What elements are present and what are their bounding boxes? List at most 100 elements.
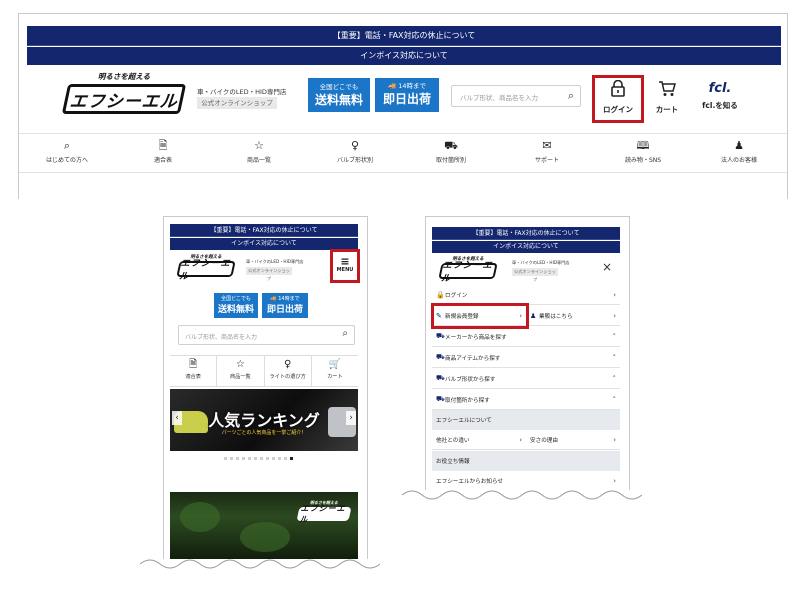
cart-label: カート [655,105,679,114]
logo-box: エフシーエル [61,84,187,114]
search-icon: ⌕ [63,139,71,152]
slide-dots[interactable] [224,457,293,460]
menu-maker-search[interactable]: ⛟ メーカーから商品を探す ˄ [432,327,620,347]
search-input[interactable]: バルブ形状、商品名を入力 ⌕ [451,85,581,107]
same-day-small: 🚚 14時まで [270,296,300,302]
search-icon[interactable]: ⌕ [342,328,348,339]
search-input[interactable]: バルブ形状、商品名を入力 ⌕ [178,325,355,345]
hamburger-icon: ≡ [340,255,350,268]
shop-description: 車・バイクのLED・HID専門店 [512,260,570,265]
menu-cheap-reason[interactable]: 安さの理由 › [526,430,620,450]
mobile-menu-screenshot: 【重要】電話・FAX対応の休止について インボイス対応について 明るさを超える … [425,216,630,490]
ranking-banner[interactable]: 人気ランキング パーツごとの人気商品を一挙ご紹介！ ‹ › [170,389,358,451]
quick-icons: 🗎 適合表 ☆ 商品一覧 ♀ ライトの選び方 🛒 カート [170,355,358,387]
quick-products[interactable]: ☆ 商品一覧 [217,356,265,386]
nav-compatibility[interactable]: 🗎 適合表 [115,134,211,172]
free-shipping-big: 送料無料 [314,93,363,107]
nav-mount-location[interactable]: ⛟ 取付箇所別 [403,134,499,172]
slide-dot[interactable] [284,457,287,460]
bulb-icon: ♀ [283,359,292,370]
search-placeholder: バルブ形状、商品名を入力 [460,94,538,102]
notice-bar-important[interactable]: 【重要】電話・FAX対応の休止について [170,224,358,237]
free-shipping-badge[interactable]: 全国どこでも 送料無料 [308,78,370,112]
banner-logo: 明るさを超える エフシーエル [296,500,352,524]
quick-light-guide[interactable]: ♀ ライトの選び方 [265,356,312,386]
slide-dot[interactable] [278,457,281,460]
nav-reading[interactable]: 🕮 読み物・SNS [595,134,691,172]
logo-text: エフシーエル [440,261,494,284]
free-shipping-small: 全国どこでも [319,83,359,91]
same-day-big: 即日出荷 [382,92,431,106]
chevron-up-icon: ˄ [612,395,617,404]
banner-subtitle: パーツごとの人気商品を一挙ご紹介！ [221,430,307,436]
free-shipping-badge[interactable]: 全国どこでも 送料無料 [214,293,258,318]
slide-dot[interactable] [230,457,233,460]
logo-text: エフシーエル [178,259,232,282]
slide-dot[interactable] [224,457,227,460]
notice-bar-important[interactable]: 【重要】電話・FAX対応の休止について [432,227,620,240]
banner-title: 人気ランキング [208,411,320,430]
car-icon: ⛟ [436,353,445,361]
car-icon: ⛟ [436,374,445,382]
slide-dot[interactable] [242,457,245,460]
next-slide-arrow[interactable]: › [346,411,356,425]
car-icon: ⛟ [436,395,445,403]
same-day-big: 即日出荷 [266,305,303,315]
notice-bar-important[interactable]: 【重要】電話・FAX対応の休止について [27,26,781,46]
fcl-mark: fcl. [708,81,732,96]
close-icon[interactable]: × [602,260,612,274]
menu-bulb-search[interactable]: ⛟ バルブ形状から探す ˄ [432,369,620,389]
search-placeholder: バルブ形状、商品名を入力 [185,334,258,341]
truck-icon: 🚚 [388,82,397,90]
site-logo[interactable]: 明るさを超える エフシーエル [438,256,498,284]
same-day-shipping-badge[interactable]: 🚚 14時まで 即日出荷 [375,78,439,112]
menu-login[interactable]: 🔒 ログイン › [432,285,620,305]
star-icon: ☆ [254,139,264,152]
slide-dot[interactable] [290,457,293,460]
nav-beginners[interactable]: ⌕ はじめての方へ [19,134,115,172]
bulb-icon: ♀ [350,139,360,152]
chevron-right-icon: › [613,435,616,444]
nav-support[interactable]: ✉ サポート [499,134,595,172]
site-logo[interactable]: 明るさを超える エフシーエル [61,71,187,114]
notice-bar-invoice[interactable]: インボイス対応について [432,241,620,253]
slide-dot[interactable] [254,457,257,460]
slide-dot[interactable] [266,457,269,460]
nav-business[interactable]: ♟ 法人のお客様 [691,134,787,172]
banner-logo-text: エフシーエル [298,504,347,524]
document-icon: 🗎 [158,139,168,152]
cart-icon: 🛒 [328,359,342,370]
quick-cart[interactable]: 🛒 カート [312,356,358,386]
logo-box: エフシーエル [176,259,236,282]
about-fcl-link[interactable]: fcl. fcl.を知る [696,80,744,111]
site-logo[interactable]: 明るさを超える エフシーエル [176,254,236,282]
same-day-shipping-badge[interactable]: 🚚 14時まで 即日出荷 [262,293,308,318]
section-about: エフシーエルについて [432,410,620,430]
mobile-home-screenshot: 【重要】電話・FAX対応の休止について インボイス対応について 明るさを超える … [163,216,368,559]
menu-difference[interactable]: 他社との違い › [432,430,526,450]
search-icon[interactable]: ⌕ [568,89,574,103]
slide-dot[interactable] [260,457,263,460]
login-button[interactable]: ログイン [596,79,640,115]
menu-button[interactable]: ≡ MENU [333,255,357,273]
slide-dot[interactable] [236,457,239,460]
menu-mount-search[interactable]: ⛟ 取付箇所から探す ˄ [432,390,620,410]
slide-dot[interactable] [248,457,251,460]
person-icon: ♟ [734,139,744,152]
forest-banner[interactable]: 明るさを超える エフシーエル [170,492,358,559]
quick-compatibility[interactable]: 🗎 適合表 [170,356,218,386]
menu-business[interactable]: ♟ 業販はこちら › [526,306,620,326]
chevron-right-icon: › [613,311,616,320]
nav-bulb-shape[interactable]: ♀ バルブ形状別 [307,134,403,172]
menu-item-search[interactable]: ⛟ 商品アイテムから探す ˄ [432,348,620,368]
prev-slide-arrow[interactable]: ‹ [172,411,182,425]
shop-description: 車・バイクのLED・HID専門店 [197,88,287,96]
chevron-up-icon: ˄ [612,332,617,341]
slide-dot[interactable] [272,457,275,460]
shop-tag: 公式オンラインショップ [512,268,558,282]
notice-bar-invoice[interactable]: インボイス対応について [27,47,781,65]
torn-edge [140,559,380,569]
logo-tagline: 明るさを超える [97,72,151,81]
nav-products[interactable]: ☆ 商品一覧 [211,134,307,172]
cart-button[interactable]: カート [647,80,687,115]
